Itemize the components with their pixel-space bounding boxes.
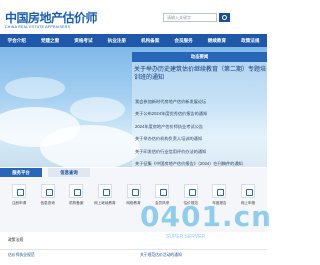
news-item[interactable]: 我会参加新时代房地产估价新发展论坛 bbox=[135, 96, 265, 108]
cloud-decoration bbox=[40, 125, 140, 167]
news-item[interactable]: 关于公布2024年度优秀估价报告的通知 bbox=[135, 108, 265, 120]
building-icon bbox=[69, 184, 84, 198]
news-item[interactable]: 关于印发估价行业信用评价办法的通知 bbox=[135, 146, 265, 158]
nav-item-exam[interactable]: 资格考试 bbox=[67, 34, 100, 47]
main-nav: 学会介绍 党建之窗 资格考试 执业注册 机构备案 会员服务 继续教育 政策法规 bbox=[0, 34, 267, 47]
news-item[interactable]: 关于举办估价机构负责人培训的通知 bbox=[135, 133, 265, 145]
watermark-subtitle: SUPER SERVER bbox=[166, 234, 206, 240]
service-label: 网上继续教育 bbox=[94, 201, 116, 205]
nav-item-member[interactable]: 会员服务 bbox=[167, 34, 200, 47]
news-headline[interactable]: 关于举办历史建筑估价继续教育（第二期）专题培训班的通知 bbox=[134, 66, 267, 82]
nav-item-party[interactable]: 党建之窗 bbox=[33, 34, 66, 47]
cloud-decoration bbox=[70, 97, 125, 122]
members-icon bbox=[155, 184, 170, 198]
nav-item-education[interactable]: 继续教育 bbox=[200, 34, 233, 47]
report-icon bbox=[212, 184, 227, 198]
nav-item-policy[interactable]: 政策法规 bbox=[234, 34, 267, 47]
bottom-list-item[interactable]: 关于规范估价活动的通知 bbox=[140, 253, 182, 258]
bottom-list-item[interactable]: 估价师执业规范 bbox=[8, 253, 35, 258]
site-logo[interactable]: 中国房地产估价师 bbox=[5, 9, 98, 26]
services-tabs: 服务平台 信息查询 bbox=[0, 168, 267, 177]
site-logo-subtitle: CHINA REAL ESTATE APPRAISERS bbox=[5, 25, 71, 29]
nav-item-about[interactable]: 学会介绍 bbox=[0, 34, 33, 47]
bottom-tab-label[interactable]: 政策法规 bbox=[8, 238, 23, 244]
news-panel-title[interactable]: 动态要闻 bbox=[132, 52, 267, 62]
watermark: 0401.cn bbox=[140, 200, 273, 233]
service-item[interactable]: 网上继续教育 bbox=[94, 184, 116, 206]
cloud-decoration bbox=[5, 77, 65, 99]
service-item[interactable]: 信息查询 bbox=[37, 184, 59, 206]
search-input[interactable]: 请输入关键字 bbox=[163, 13, 217, 22]
header: 中国房地产估价师 CHINA REAL ESTATE APPRAISERS 请输… bbox=[0, 0, 267, 34]
service-label: 注册申请 bbox=[11, 201, 27, 205]
service-item[interactable]: 机构备案 bbox=[65, 184, 87, 206]
tab-service-platform[interactable]: 服务平台 bbox=[0, 168, 42, 177]
education-icon bbox=[97, 184, 112, 198]
tab-info-query[interactable]: 信息查询 bbox=[48, 168, 90, 177]
nav-item-registration[interactable]: 执业注册 bbox=[100, 34, 133, 47]
service-label: 机构备案 bbox=[69, 201, 84, 205]
divider bbox=[0, 249, 267, 250]
news-item[interactable]: 2024年度房地产估价师执业考试公告 bbox=[135, 121, 265, 133]
search-icon[interactable] bbox=[219, 13, 230, 22]
nav-item-filing[interactable]: 机构备案 bbox=[134, 34, 167, 47]
news-panel: 动态要闻 关于举办历史建筑估价继续教育（第二期）专题培训班的通知 我会参加新时代… bbox=[132, 52, 267, 167]
book-icon bbox=[183, 184, 198, 198]
bottom-section: 政策法规 估价师执业规范 关于规范估价活动的通知 bbox=[0, 232, 267, 265]
upload-icon bbox=[241, 184, 255, 198]
service-label: 信息查询 bbox=[40, 201, 55, 205]
monitor-icon bbox=[126, 184, 141, 198]
news-list: 我会参加新时代房地产估价新发展论坛 关于公布2024年度优秀估价报告的通知 20… bbox=[135, 96, 265, 170]
document-icon bbox=[12, 184, 26, 198]
service-item[interactable]: 注册申请 bbox=[8, 184, 30, 206]
search-doc-icon bbox=[40, 184, 55, 198]
